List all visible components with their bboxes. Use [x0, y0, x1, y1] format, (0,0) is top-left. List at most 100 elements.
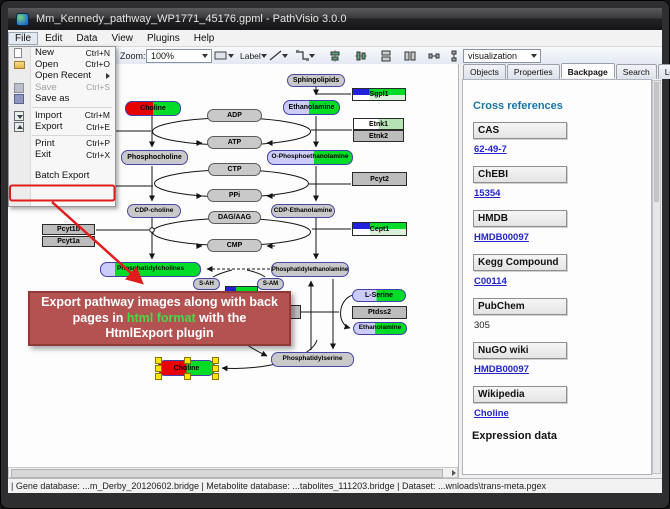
backpage-section-pubchem: PubChem 305 — [473, 298, 651, 333]
tab-objects[interactable]: Objects — [463, 64, 506, 79]
pathway-node-cdp-ethanolamine[interactable]: CDP-Ethanolamine — [271, 204, 335, 218]
visualization-combobox[interactable]: visualization — [463, 49, 541, 63]
right-side-panel: ObjectsPropertiesBackpageSearchLegend Cr… — [458, 64, 662, 478]
scrollbar-thumb[interactable] — [654, 82, 659, 202]
tab-search[interactable]: Search — [616, 64, 657, 79]
distribute-horizontal-button[interactable] — [428, 49, 440, 62]
section-title: HMDB — [473, 210, 567, 227]
callout-line1: Export pathway images along with back — [41, 295, 278, 311]
line-tool-button[interactable] — [269, 49, 291, 62]
pathway-node-l-serine[interactable]: L-Serine — [352, 289, 406, 302]
status-bar: | Gene database: ...m_Derby_20120602.bri… — [8, 478, 662, 493]
datanode-tool-button[interactable] — [214, 49, 237, 62]
status-text: | Gene database: ...m_Derby_20120602.bri… — [11, 481, 546, 491]
align-center-icon — [329, 50, 341, 62]
menubar-item-edit[interactable]: Edit — [38, 32, 69, 45]
pathway-node-phosphocholine[interactable]: Phosphocholine — [121, 150, 188, 165]
menubar-item-plugins[interactable]: Plugins — [140, 32, 187, 45]
export-icon — [14, 122, 24, 132]
pathway-node-phosphatidylethanolamine[interactable]: Phosphatidylethanolamine — [271, 262, 349, 277]
title-bar[interactable]: Mm_Kennedy_pathway_WP1771_45176.gpml - P… — [8, 8, 662, 30]
tab-backpage[interactable]: Backpage — [561, 63, 615, 78]
pathway-node-ptdss2[interactable]: Ptdss2 — [352, 306, 407, 319]
pathway-node-sphingolipids[interactable]: Sphingolipids — [287, 74, 345, 87]
tab-properties[interactable]: Properties — [507, 64, 560, 79]
align-middle-icon — [355, 50, 367, 62]
connector-tool-button[interactable] — [296, 49, 318, 62]
pathway-node-etnk1[interactable]: Etnk1 — [353, 118, 404, 130]
menubar-item-help[interactable]: Help — [187, 32, 222, 45]
scroll-right-arrow-icon[interactable] — [452, 470, 456, 476]
pathway-node-ppi[interactable]: PPi — [207, 189, 262, 202]
menubar-item-data[interactable]: Data — [69, 32, 104, 45]
section-title: NuGO wiki — [473, 342, 567, 359]
panel-vertical-scrollbar[interactable] — [652, 80, 661, 474]
pathway-node-cdp-choline[interactable]: CDP-choline — [127, 204, 181, 218]
xref-link[interactable]: HMDB00097 — [474, 364, 529, 375]
zoom-combobox[interactable]: 100% — [146, 49, 212, 63]
menu-separator — [32, 135, 112, 136]
stack-vertical-button[interactable] — [380, 49, 392, 62]
pathway-node-atp[interactable]: ATP — [207, 136, 262, 149]
pathway-node-ctp[interactable]: CTP — [208, 163, 261, 176]
file-menu-item-save-as[interactable]: Save as — [9, 93, 115, 105]
canvas-horizontal-scrollbar[interactable] — [8, 467, 458, 478]
pathway-node-s-ah[interactable]: S-AH — [193, 278, 220, 290]
annotation-callout: Export pathway images along with back pa… — [28, 291, 291, 346]
xref-link[interactable]: C00114 — [474, 276, 507, 287]
distribute-vertical-button[interactable] — [448, 49, 460, 62]
file-menu-item-export[interactable]: ExportCtrl+E — [9, 121, 115, 133]
file-menu-item-batch-export[interactable]: Batch Export — [9, 170, 115, 182]
pathway-node-ethanolamine-top[interactable]: Ethanolamine — [283, 100, 340, 115]
pathway-node-ethanolamine-bottom[interactable]: Ethanolamine — [353, 322, 407, 335]
pathway-node-adp[interactable]: ADP — [207, 109, 262, 122]
pathway-node-choline-bottom[interactable]: Choline — [158, 360, 215, 376]
xref-link[interactable]: 62-49-7 — [474, 144, 507, 155]
xref-value: 305 — [474, 320, 490, 331]
align-vertical-button[interactable] — [355, 49, 367, 62]
section-title: PubChem — [473, 298, 567, 315]
xref-link[interactable]: 15354 — [474, 188, 500, 199]
file-menu-item-save[interactable]: SaveCtrl+S — [9, 82, 115, 94]
pathway-node-pcyt1b[interactable]: Pcyt1b — [42, 224, 95, 235]
pathway-node-cept1[interactable]: Cept1 — [352, 222, 407, 236]
pathvisio-window: Mm_Kennedy_pathway_WP1771_45176.gpml - P… — [0, 0, 670, 509]
label-tool-text: Label — [240, 51, 261, 61]
pathway-node-cmp[interactable]: CMP — [207, 239, 262, 252]
scrollbar-thumb[interactable] — [11, 469, 443, 478]
file-menu-item-open-recent[interactable]: Open Recent — [9, 70, 115, 82]
xref-link[interactable]: HMDB00097 — [474, 232, 529, 243]
pathway-node-pcyt1a[interactable]: Pcyt1a — [42, 236, 95, 247]
open-icon — [14, 61, 25, 69]
chevron-down-icon — [261, 54, 267, 58]
pathway-node-dag-aag[interactable]: DAG/AAG — [208, 211, 261, 224]
label-tool-button[interactable]: Label — [240, 49, 270, 62]
pathway-node-o-phosphoethanolamine[interactable]: O-Phosphoethanolamine — [267, 150, 353, 165]
menubar-item-file[interactable]: File — [8, 32, 38, 45]
pathway-node-phosphatidylcholines[interactable]: Phosphatidylcholines — [100, 262, 201, 277]
file-menu-item-new[interactable]: NewCtrl+N — [9, 47, 115, 59]
pathway-node-choline-top[interactable]: Choline — [125, 101, 181, 116]
menubar-item-view[interactable]: View — [104, 32, 140, 45]
file-menu-item-print[interactable]: PrintCtrl+P — [9, 138, 115, 150]
zoom-label: Zoom: — [120, 51, 146, 61]
xref-link[interactable]: Choline — [474, 408, 509, 419]
stack-horizontal-button[interactable] — [404, 49, 416, 62]
backpage-section-hmdb: HMDB HMDB00097 — [473, 210, 651, 245]
pathway-node-phosphatidylserine[interactable]: Phosphatidylserine — [271, 352, 354, 367]
pathway-node-etnk2[interactable]: Etnk2 — [353, 130, 404, 142]
backpage-section-wikipedia: WikipediaCholine — [473, 386, 651, 421]
chevron-down-icon — [309, 54, 315, 58]
menu-bar: FileEditDataViewPluginsHelp — [8, 30, 662, 47]
file-menu-item-open[interactable]: OpenCtrl+O — [9, 59, 115, 71]
pathway-node-pcyt2[interactable]: Pcyt2 — [352, 172, 407, 186]
file-menu-item-exit[interactable]: ExitCtrl+X — [9, 149, 115, 161]
pathway-node-s-am[interactable]: S-AM — [257, 278, 284, 290]
connector-icon — [296, 50, 309, 61]
align-horizontal-button[interactable] — [329, 49, 341, 62]
menu-separator — [32, 107, 112, 108]
pathway-node-sgpl1[interactable]: Sgpl1 — [352, 88, 406, 101]
tab-legend[interactable]: Legend — [658, 64, 670, 79]
visualization-value: visualization — [468, 51, 517, 61]
file-menu-item-import[interactable]: ImportCtrl+M — [9, 110, 115, 122]
